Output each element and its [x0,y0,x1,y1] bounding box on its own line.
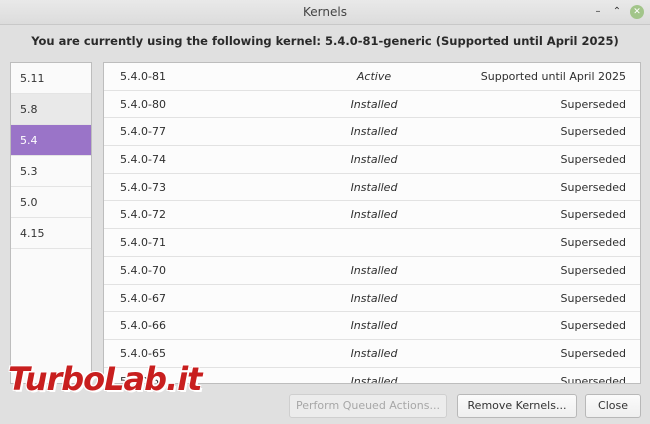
kernel-row[interactable]: 5.4.0-66 Installed Superseded [104,312,640,340]
kernel-row[interactable]: 5.4.0-81 Active Supported until April 20… [104,63,640,91]
kernel-status: Installed [350,153,398,167]
kernel-status: Installed [350,208,398,222]
kernel-support: Superseded [560,291,626,305]
kernel-row[interactable]: 5.4.0-67 Installed Superseded [104,285,640,313]
kernel-support: Superseded [560,125,626,139]
sidebar-item-5-11[interactable]: 5.11 [11,63,91,94]
sidebar-item-5-3[interactable]: 5.3 [11,156,91,187]
kernel-support: Superseded [560,374,626,384]
current-kernel-heading: You are currently using the following ke… [31,34,619,48]
kernel-version: 5.4.0-81 [120,70,166,83]
kernel-support: Superseded [560,208,626,222]
remove-kernels-button[interactable]: Remove Kernels... [457,394,577,418]
kernel-row[interactable]: 5.4.0-80 Installed Superseded [104,91,640,119]
sidebar-item-5-4[interactable]: 5.4 [11,125,91,156]
sidebar-item-4-15[interactable]: 4.15 [11,218,91,249]
kernel-row[interactable]: 5.4.0-65 Installed Superseded [104,340,640,368]
kernel-support: Superseded [560,97,626,111]
kernel-version: 5.4.0-65 [120,346,166,360]
kernel-status: Installed [350,374,398,384]
kernel-status: Installed [350,346,398,360]
kernel-version: 5.4.0-80 [120,97,166,111]
kernel-row[interactable]: 5.4.0-64 Installed Superseded [104,368,640,384]
kernel-version: 5.4.0-74 [120,153,166,167]
kernel-status: Installed [350,97,398,111]
kernel-support: Superseded [560,319,626,333]
kernel-version: 5.4.0-66 [120,319,166,333]
kernel-row[interactable]: 5.4.0-74 Installed Superseded [104,146,640,174]
kernel-support: Superseded [560,263,626,277]
close-icon[interactable]: ✕ [630,5,644,19]
close-button[interactable]: Close [585,394,641,418]
kernel-support: Superseded [560,153,626,167]
kernel-status: Installed [350,125,398,139]
kernel-version: 5.4.0-70 [120,263,166,277]
kernel-version: 5.4.0-73 [120,180,166,194]
kernel-support: Superseded [560,180,626,194]
kernel-row[interactable]: 5.4.0-77 Installed Superseded [104,118,640,147]
sidebar-item-5-0[interactable]: 5.0 [11,187,91,218]
kernel-support: Supported until April 2025 [480,70,626,83]
kernel-status: Installed [350,180,398,194]
kernel-version: 5.4.0-64 [120,374,166,384]
kernel-row[interactable]: 5.4.0-72 Installed Superseded [104,201,640,230]
window-titlebar: Kernels – ⌃ ✕ [0,0,650,25]
kernel-list[interactable]: 5.4.0-81 Active Supported until April 20… [103,62,641,384]
kernel-support: Superseded [560,236,626,250]
kernel-row[interactable]: 5.4.0-70 Installed Superseded [104,257,640,285]
kernel-version: 5.4.0-67 [120,291,166,305]
kernel-version: 5.4.0-71 [120,236,166,250]
kernel-series-sidebar: 5.11 5.8 5.4 5.3 5.0 4.15 [10,62,92,384]
maximize-icon[interactable]: ⌃ [610,5,624,19]
sidebar-item-5-8[interactable]: 5.8 [11,94,91,125]
kernel-version: 5.4.0-72 [120,208,166,222]
kernel-row[interactable]: 5.4.0-71 Superseded [104,229,640,257]
kernel-support: Superseded [560,346,626,360]
perform-queued-actions-button[interactable]: Perform Queued Actions... [289,394,447,418]
kernel-status: Installed [350,263,398,277]
kernel-status: Active [356,70,392,83]
kernel-row[interactable]: 5.4.0-73 Installed Superseded [104,174,640,202]
kernel-status: Installed [350,291,398,305]
kernel-version: 5.4.0-77 [120,125,166,139]
kernel-status: Installed [350,319,398,333]
minimize-icon[interactable]: – [591,5,605,19]
window-title: Kernels [303,5,347,19]
